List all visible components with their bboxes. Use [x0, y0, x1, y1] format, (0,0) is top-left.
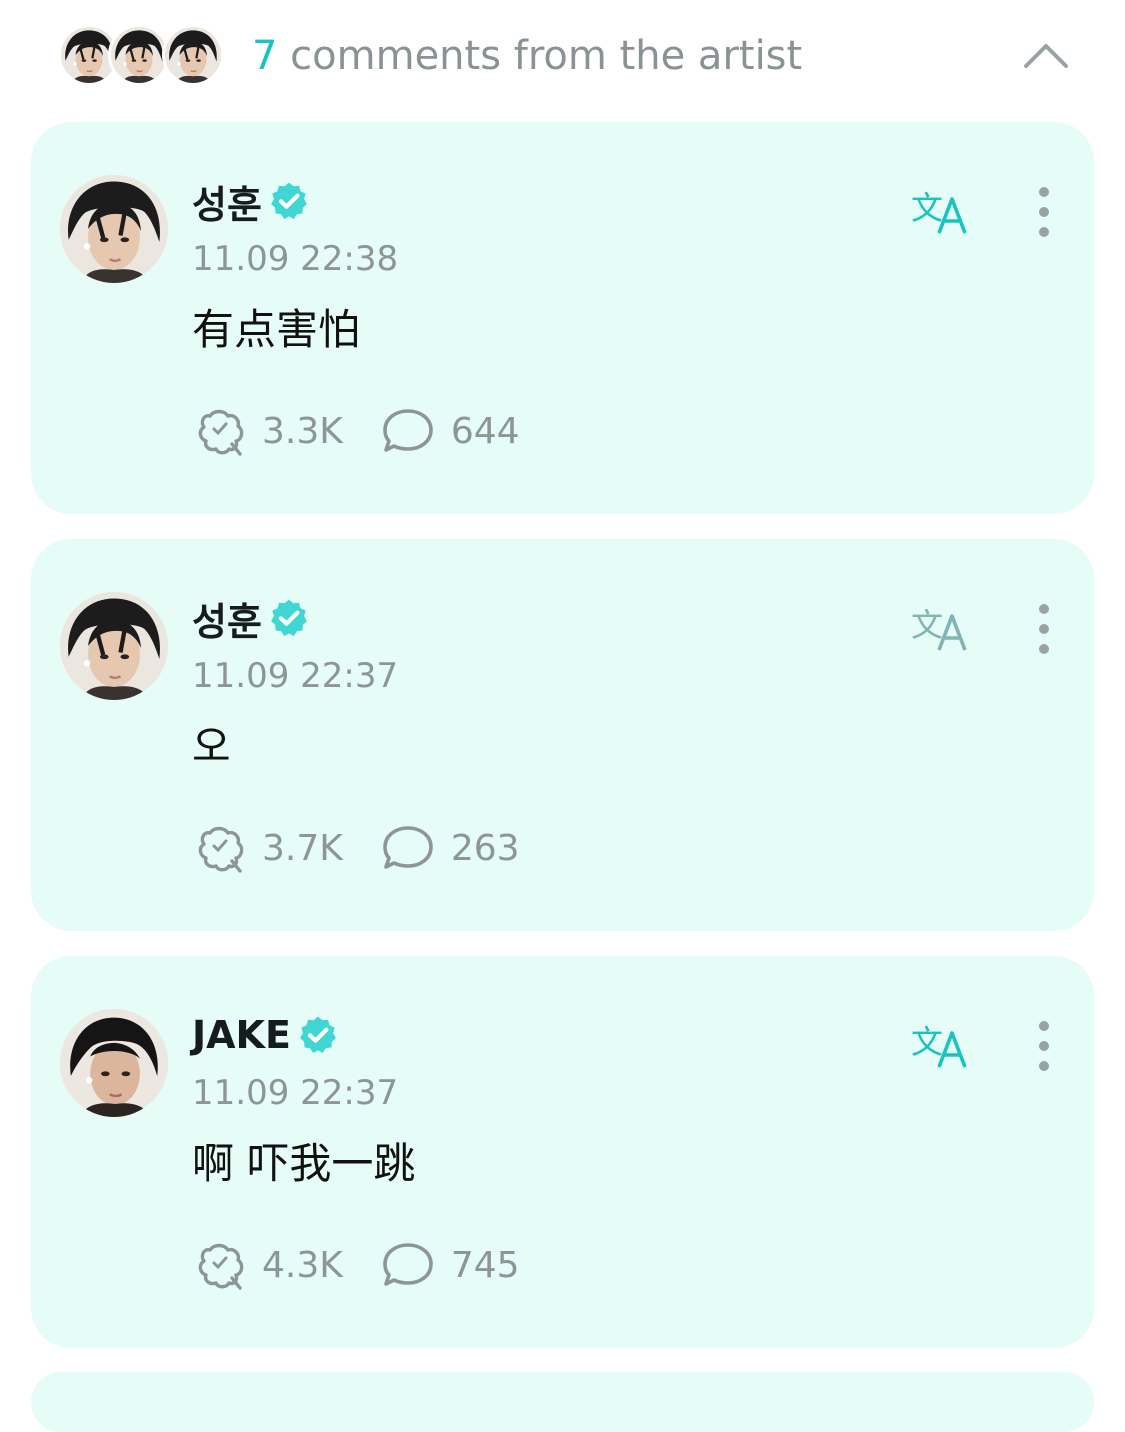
- more-options-button[interactable]: [1021, 184, 1067, 240]
- like-count: 4.3K: [262, 1244, 343, 1286]
- author-name-text: JAKE: [192, 1013, 291, 1057]
- comment-stats: 3.3K 644: [192, 406, 520, 456]
- like-icon[interactable]: [192, 1240, 246, 1290]
- author-name[interactable]: JAKE: [192, 1010, 339, 1060]
- author-name-text: 성훈: [192, 182, 262, 227]
- reply-icon[interactable]: [381, 406, 435, 456]
- comment-timestamp: 11.09 22:38: [192, 239, 399, 279]
- comment-stats: 3.7K 263: [192, 823, 520, 873]
- author-name[interactable]: 성훈: [192, 593, 310, 644]
- comment-stats: 4.3K 745: [192, 1240, 520, 1290]
- like-icon[interactable]: [192, 406, 246, 456]
- author-avatar[interactable]: [60, 175, 168, 283]
- comment-card-partial[interactable]: [31, 1372, 1094, 1432]
- translate-button[interactable]: [911, 602, 973, 654]
- verified-badge-icon: [297, 1014, 339, 1056]
- reply-count: 745: [450, 1244, 520, 1286]
- more-vertical-icon: [1021, 184, 1067, 240]
- like-count: 3.3K: [262, 410, 343, 452]
- comment-timestamp: 11.09 22:37: [192, 1073, 399, 1113]
- more-options-button[interactable]: [1021, 601, 1067, 657]
- translate-button[interactable]: [911, 1019, 973, 1071]
- verified-badge-icon: [268, 597, 310, 639]
- like-count: 3.7K: [262, 827, 343, 869]
- comment-timestamp: 11.09 22:37: [192, 656, 399, 696]
- author-name-text: 성훈: [192, 599, 262, 644]
- reply-count: 263: [450, 827, 520, 869]
- author-name[interactable]: 성훈: [192, 176, 310, 227]
- comment-card[interactable]: 성훈 11.09 22:37 오 3.7K 263: [31, 539, 1094, 931]
- author-avatar[interactable]: [60, 1009, 168, 1117]
- comment-text: 啊 吓我一跳: [192, 1139, 416, 1188]
- author-avatar[interactable]: [60, 592, 168, 700]
- comment-card[interactable]: JAKE 11.09 22:37 啊 吓我一跳 4.3K 745: [31, 956, 1094, 1348]
- translate-icon: [911, 602, 973, 654]
- comment-count-label: comments from the artist: [290, 33, 803, 79]
- comment-card[interactable]: 성훈 11.09 22:38 有点害怕 3.3K 644: [31, 122, 1094, 514]
- chevron-up-icon: [1024, 44, 1068, 68]
- more-vertical-icon: [1021, 601, 1067, 657]
- more-options-button[interactable]: [1021, 1018, 1067, 1074]
- reply-count: 644: [450, 410, 520, 452]
- artist-comments-summary: 7 comments from the artist: [252, 30, 802, 82]
- comment-count: 7: [252, 33, 278, 79]
- reply-icon[interactable]: [381, 1240, 435, 1290]
- comment-text: 有点害怕: [192, 305, 361, 354]
- collapse-button[interactable]: [1012, 28, 1080, 82]
- artist-avatar-3: [162, 24, 224, 86]
- like-icon[interactable]: [192, 823, 246, 873]
- translate-icon: [911, 1019, 973, 1071]
- translate-icon: [911, 185, 973, 237]
- artist-comments-header[interactable]: 7 comments from the artist: [0, 0, 1125, 110]
- more-vertical-icon: [1021, 1018, 1067, 1074]
- artist-avatar-stack: [58, 24, 234, 86]
- reply-icon[interactable]: [381, 823, 435, 873]
- translate-button[interactable]: [911, 185, 973, 237]
- artist-avatar-2: [108, 24, 170, 86]
- verified-badge-icon: [268, 180, 310, 222]
- comment-text: 오: [192, 722, 231, 771]
